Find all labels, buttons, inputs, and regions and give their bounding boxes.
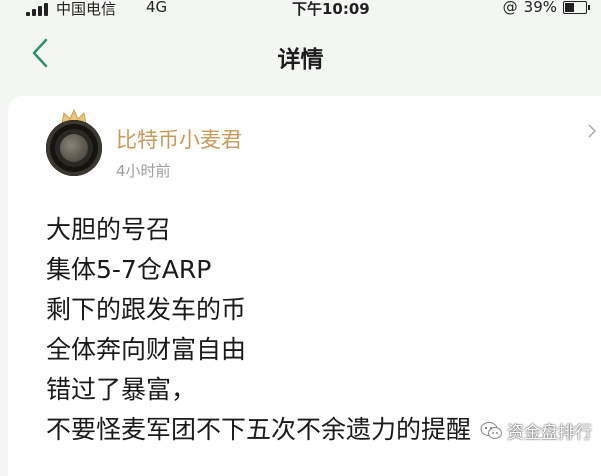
content-line: 剩下的跟发车的币 [46,295,247,324]
content-line: 错过了暴富， [46,375,197,404]
battery-icon [563,0,590,14]
network-type: 4G [146,0,168,16]
status-right: @ 39% [502,0,590,16]
page-title: 详情 [277,47,324,73]
post-content: 大胆的号召 集体5-7仓ARP 剩下的跟发车的币 全体奔向财富自由 错过了暴富，… [46,210,566,450]
status-time: 下午10:09 [292,0,370,18]
content-line: 大胆的号召 [46,215,172,244]
rotation-lock-icon: @ [502,0,518,16]
watermark: 资金盘排行 [480,418,592,443]
nav-bar: 详情 [0,18,601,88]
signal-icon [26,3,48,16]
carrier-label: 中国电信 [56,0,117,18]
wechat-icon [480,421,502,439]
status-bar: 中国电信 4G 下午10:09 @ 39% [0,0,601,18]
post-time: 4小时前 [116,162,171,180]
author-name[interactable]: 比特币小麦君 [116,124,242,154]
chevron-right-icon [588,124,597,138]
content-line: 全体奔向财富自由 [46,335,247,364]
content-line: 集体5-7仓ARP [46,255,212,284]
watermark-text: 资金盘排行 [507,423,592,443]
avatar[interactable] [46,120,102,176]
battery-percent: 39% [523,0,557,16]
